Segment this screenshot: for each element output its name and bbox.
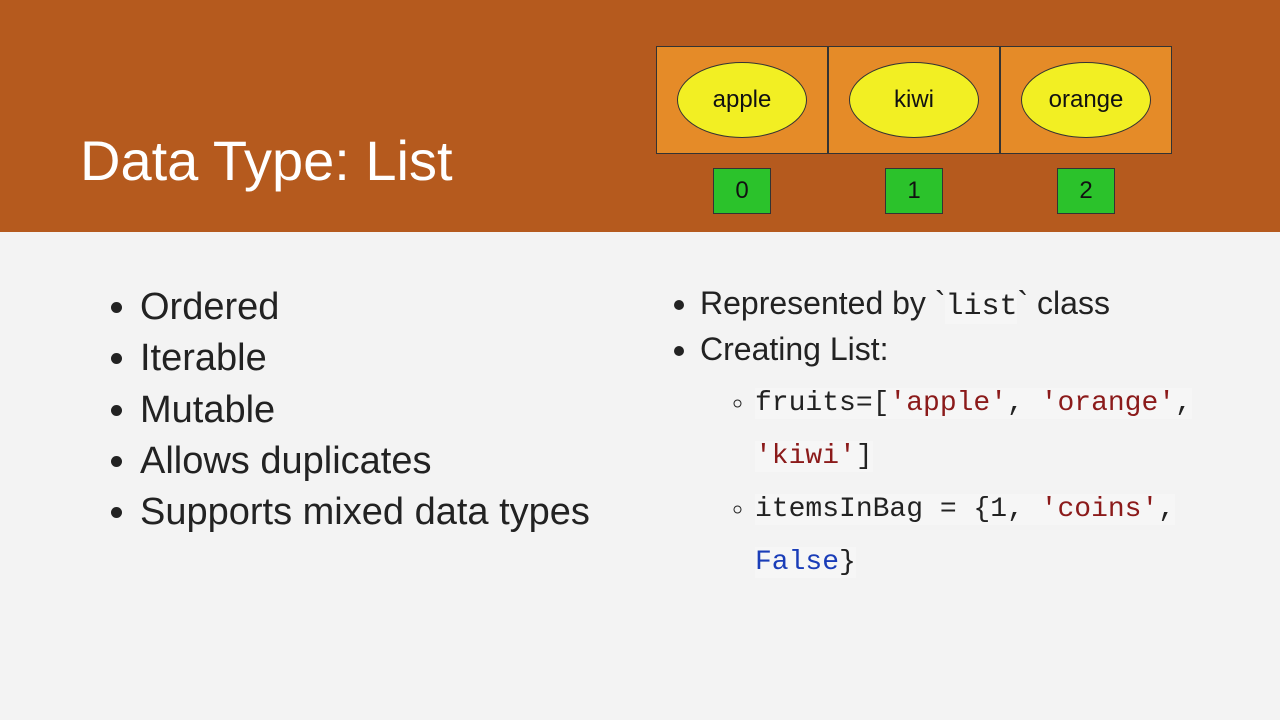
list-item: Iterable — [140, 333, 640, 384]
index-box: 0 — [713, 168, 771, 214]
list-cell: apple — [656, 46, 828, 154]
code-inline: list — [945, 290, 1017, 324]
list-value-oval: kiwi — [849, 62, 979, 138]
list-item: Mutable — [140, 385, 640, 436]
list-value-oval: orange — [1021, 62, 1151, 138]
examples-list: fruits=['apple', 'orange', 'kiwi'] items… — [700, 377, 1210, 590]
details-list: Represented by `list` class Creating Lis… — [640, 282, 1210, 589]
slide-body: Ordered Iterable Mutable Allows duplicat… — [0, 232, 1280, 589]
code-example: fruits=['apple', 'orange', 'kiwi'] — [755, 377, 1210, 483]
list-indices: 0 1 2 — [656, 168, 1172, 214]
text: Represented by ` — [700, 285, 945, 321]
code-line: fruits=['apple', 'orange', 'kiwi'] — [755, 388, 1192, 472]
list-cell: kiwi — [828, 46, 1000, 154]
right-column: Represented by `list` class Creating Lis… — [640, 282, 1210, 589]
slide-header: Data Type: List apple kiwi orange 0 1 2 — [0, 0, 1280, 232]
represented-by: Represented by `list` class — [700, 282, 1210, 328]
list-item: Supports mixed data types — [140, 487, 640, 538]
list-diagram: apple kiwi orange 0 1 2 — [656, 46, 1172, 214]
text: ` class — [1017, 285, 1109, 321]
list-item: Allows duplicates — [140, 436, 640, 487]
list-item: Ordered — [140, 282, 640, 333]
code-example: itemsInBag = {1, 'coins', False} — [755, 483, 1210, 589]
index-box: 2 — [1057, 168, 1115, 214]
slide-title: Data Type: List — [80, 128, 453, 193]
list-value-oval: apple — [677, 62, 807, 138]
index-box: 1 — [885, 168, 943, 214]
list-cells: apple kiwi orange — [656, 46, 1172, 154]
creating-list: Creating List: fruits=['apple', 'orange'… — [700, 328, 1210, 590]
list-cell: orange — [1000, 46, 1172, 154]
properties-list: Ordered Iterable Mutable Allows duplicat… — [70, 282, 640, 538]
code-line: itemsInBag = {1, 'coins', False} — [755, 494, 1175, 578]
left-column: Ordered Iterable Mutable Allows duplicat… — [70, 282, 640, 589]
text: Creating List: — [700, 331, 889, 367]
